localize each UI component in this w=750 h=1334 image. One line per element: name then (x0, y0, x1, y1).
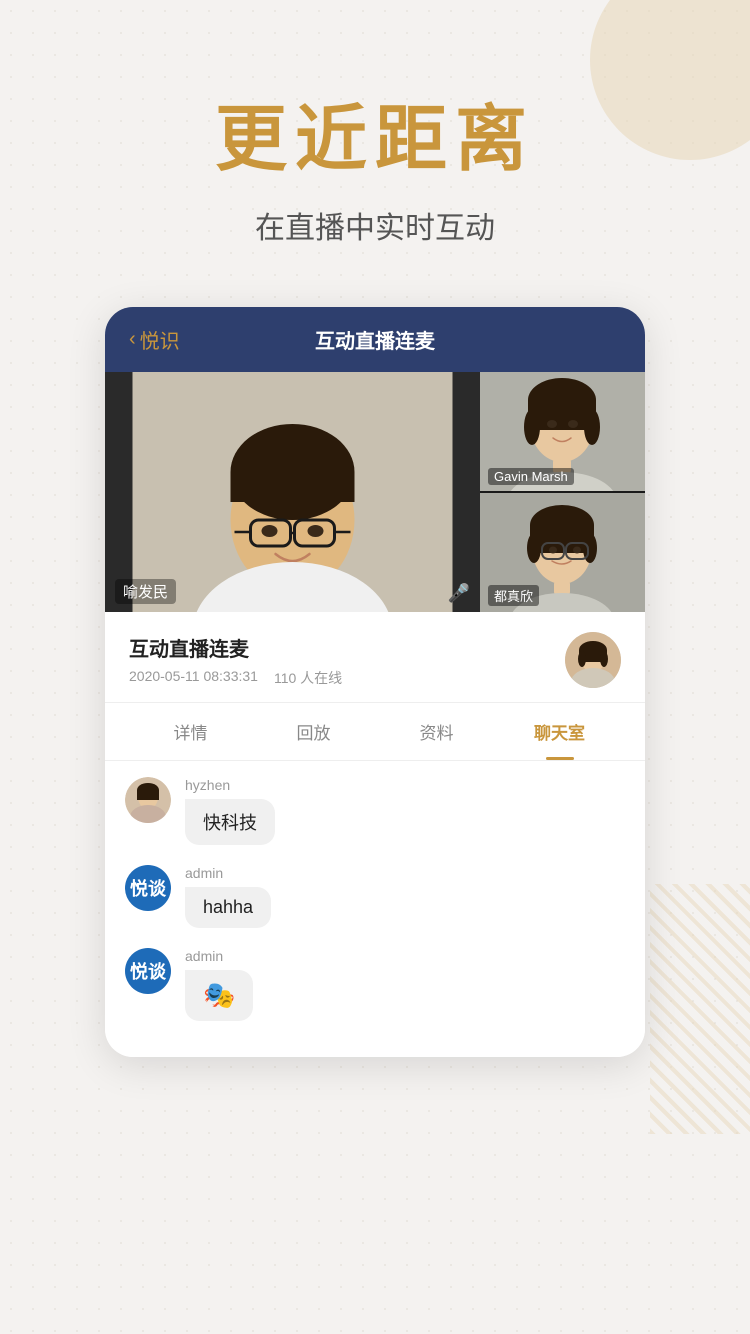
side-video-2: 都真欣 (480, 493, 645, 612)
video-side: Gavin Marsh (480, 372, 645, 612)
hyzhen-avatar-svg (125, 777, 171, 823)
side-video-1-label: Gavin Marsh (488, 468, 574, 485)
badge-text-1: 悦谈 (130, 875, 166, 901)
info-date: 2020-05-11 08:33:31 (129, 668, 258, 688)
chevron-left-icon: ‹ (129, 328, 136, 351)
side-video-1: Gavin Marsh (480, 372, 645, 491)
chat-message-3: 悦谈 admin 🎭 (125, 948, 625, 1021)
tab-details[interactable]: 详情 (129, 703, 252, 760)
chat-avatar-admin-2: 悦谈 (125, 948, 171, 994)
chat-body-3: admin 🎭 (185, 948, 253, 1021)
info-meta: 2020-05-11 08:33:31 110 人在线 (129, 668, 342, 688)
card-header: ‹ 悦识 互动直播连麦 (105, 307, 645, 372)
video-main: 喻发民 🎤 (105, 372, 480, 612)
info-section: 互动直播连麦 2020-05-11 08:33:31 110 人在线 (105, 612, 645, 703)
sub-title: 在直播中实时互动 (255, 203, 495, 247)
chat-bubble-1: 快科技 (185, 799, 275, 845)
video-area: 喻发民 🎤 (105, 372, 645, 612)
page-content: 更近距离 在直播中实时互动 ‹ 悦识 互动直播连麦 (0, 0, 750, 1057)
info-online: 110 人在线 (274, 668, 342, 688)
chat-username-1: hyzhen (185, 777, 275, 793)
badge-text-2: 悦谈 (130, 958, 166, 984)
main-title: 更近距离 (215, 80, 535, 185)
chat-body-1: hyzhen 快科技 (185, 777, 275, 845)
chat-body-2: admin hahha (185, 865, 271, 928)
tab-chat[interactable]: 聊天室 (498, 703, 621, 760)
back-label: 悦识 (140, 325, 180, 354)
main-person-svg (105, 372, 480, 612)
side-video-2-label: 都真欣 (488, 585, 539, 606)
chat-username-2: admin (185, 865, 271, 881)
chat-avatar-hyzhen (125, 777, 171, 823)
chat-avatar-admin-1: 悦谈 (125, 865, 171, 911)
chat-message-2: 悦谈 admin hahha (125, 865, 625, 928)
info-left: 互动直播连麦 2020-05-11 08:33:31 110 人在线 (129, 633, 342, 688)
tabs-bar: 详情 回放 资料 聊天室 (105, 703, 645, 761)
info-title: 互动直播连麦 (129, 633, 342, 662)
chat-message-1: hyzhen 快科技 (125, 777, 625, 845)
main-video-label: 喻发民 (115, 579, 176, 604)
mic-icon: 🎤 (448, 583, 470, 604)
chat-username-3: admin (185, 948, 253, 964)
back-button[interactable]: ‹ 悦识 (129, 325, 180, 354)
phone-card: ‹ 悦识 互动直播连麦 (105, 307, 645, 1057)
info-avatar (565, 632, 621, 688)
info-avatar-svg (565, 632, 621, 688)
chat-bubble-2: hahha (185, 887, 271, 928)
tab-replay[interactable]: 回放 (252, 703, 375, 760)
chat-area: hyzhen 快科技 悦谈 admin hahha 悦谈 (105, 761, 645, 1057)
chat-bubble-3: 🎭 (185, 970, 253, 1021)
card-header-title: 互动直播连麦 (315, 325, 435, 354)
tab-materials[interactable]: 资料 (375, 703, 498, 760)
